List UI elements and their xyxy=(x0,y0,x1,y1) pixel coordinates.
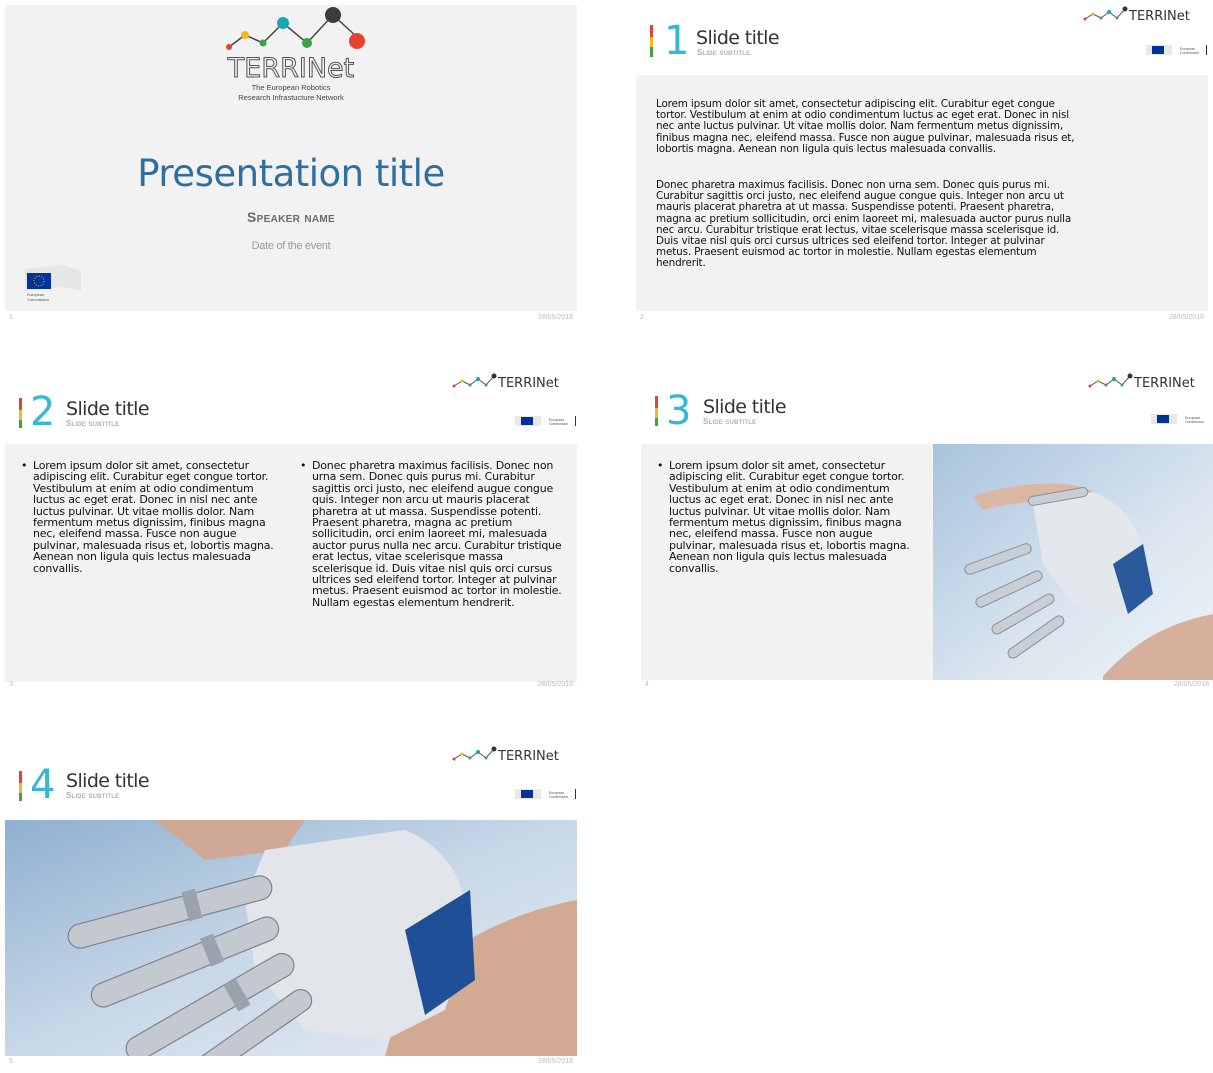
slide-section-number: 2 xyxy=(30,389,56,435)
slide-title: Slide title xyxy=(66,770,150,792)
slide-number: 1 xyxy=(9,314,13,321)
terrinet-logo-small: TERRINet xyxy=(452,373,559,391)
european-commission-logo-small: European Commission xyxy=(515,789,576,799)
slide-date: 28/05/2018 xyxy=(537,681,573,688)
slide-1-title[interactable]: TERRINet The European Robotics Research … xyxy=(5,5,577,333)
svg-text:Commission: Commission xyxy=(549,795,568,799)
terrinet-logo-small: TERRINet xyxy=(1083,6,1190,24)
svg-text:Commission: Commission xyxy=(1180,51,1199,55)
slide-5-full-image[interactable]: TERRINet 4 Slide title Slide subtitle Eu… xyxy=(5,745,577,1073)
accent-bar-yellow xyxy=(19,410,22,420)
svg-text:Commission: Commission xyxy=(27,297,49,302)
event-date: Date of the event xyxy=(251,240,331,252)
svg-text:TERRINet: TERRINet xyxy=(497,376,559,391)
slide-2-text[interactable]: TERRINet 1 Slide title Slide subtitle Eu… xyxy=(636,5,1208,333)
slide-section-number: 4 xyxy=(30,762,56,808)
accent-bar-red xyxy=(19,771,22,783)
accent-bar-yellow xyxy=(655,408,658,418)
slide-footer: 5 28/05/2018 xyxy=(9,1058,573,1072)
bullet-text: Lorem ipsum dolor sit amet, consectetur … xyxy=(33,459,274,575)
robotic-hand-photo-large xyxy=(5,820,577,1056)
slide-footer: 1 28/05/2018 xyxy=(9,314,573,328)
svg-text:Commission: Commission xyxy=(1185,420,1204,424)
accent-bar-red xyxy=(19,398,22,410)
svg-text:TERRINet: TERRINet xyxy=(227,53,354,84)
terrinet-logo-small: TERRINet xyxy=(452,746,559,764)
bullet-left-column: • Lorem ipsum dolor sit amet, consectetu… xyxy=(21,459,279,575)
european-commission-logo-small: European Commission xyxy=(1146,45,1207,55)
slide-section-number: 1 xyxy=(664,18,690,64)
slide-footer: 2 28/05/2018 xyxy=(640,314,1204,328)
presentation-title: Presentation title xyxy=(137,152,445,195)
accent-bar-green xyxy=(19,420,22,428)
accent-bar-green xyxy=(655,418,658,426)
body-paragraph-1: Lorem ipsum dolor sit amet, consectetur … xyxy=(656,98,1075,155)
slide-date: 28/05/2018 xyxy=(1173,681,1209,688)
body-paragraph-2: Donec pharetra maximus facilisis. Donec … xyxy=(656,179,1072,270)
slide-subtitle: Slide subtitle xyxy=(697,48,751,57)
slide-number: 5 xyxy=(9,1058,13,1065)
speaker-name: Speaker name xyxy=(247,209,335,225)
accent-bar-red xyxy=(655,396,658,408)
svg-text:Research Infrastucture Network: Research Infrastucture Network xyxy=(238,93,344,102)
svg-text:The European Robotics: The European Robotics xyxy=(252,83,331,92)
slide-subtitle: Slide subtitle xyxy=(66,791,120,800)
svg-text:TERRINet: TERRINet xyxy=(1133,376,1195,391)
bullet-text: Donec pharetra maximus facilisis. Donec … xyxy=(312,459,562,609)
slide-subtitle: Slide subtitle xyxy=(703,417,757,426)
slide-footer: 4 28/05/2018 xyxy=(645,681,1209,695)
svg-text:TERRINet: TERRINet xyxy=(497,749,559,764)
slide-number: 3 xyxy=(9,681,13,688)
accent-bar-red xyxy=(650,25,653,37)
accent-bar-green xyxy=(650,47,653,57)
slide-date: 28/05/2018 xyxy=(537,1058,573,1065)
slide-number: 2 xyxy=(640,314,644,321)
slide-section-number: 3 xyxy=(666,388,692,434)
bullet-text: Lorem ipsum dolor sit amet, consectetur … xyxy=(669,459,910,575)
slide-title: Slide title xyxy=(703,396,787,418)
european-commission-logo-small: European Commission xyxy=(515,416,576,426)
bullet-dot: • xyxy=(300,459,307,472)
accent-bar-yellow xyxy=(650,37,653,47)
terrinet-logo-small: TERRINet xyxy=(1088,373,1195,391)
european-commission-logo: European Commission xyxy=(25,265,81,302)
accent-bar-green xyxy=(19,793,22,801)
robotic-hand-photo xyxy=(933,444,1213,680)
terrinet-logo: TERRINet The European Robotics Research … xyxy=(226,7,365,102)
accent-bar-yellow xyxy=(19,783,22,793)
slide-footer: 3 28/05/2018 xyxy=(9,681,573,695)
svg-text:TERRINet: TERRINet xyxy=(1128,9,1190,24)
bullet-dot: • xyxy=(21,459,28,472)
slide-subtitle: Slide subtitle xyxy=(66,419,120,428)
european-commission-logo-small: European Commission xyxy=(1151,414,1204,424)
slide-4-text-and-image[interactable]: TERRINet 3 Slide title Slide subtitle Eu… xyxy=(641,372,1213,700)
slide-date: 28/05/2018 xyxy=(1168,314,1204,321)
slide-title: Slide title xyxy=(66,398,150,420)
slide-number: 4 xyxy=(645,681,649,688)
bullet-dot: • xyxy=(657,459,664,472)
bullet-right-column: • Donec pharetra maximus facilisis. Done… xyxy=(300,459,564,609)
slide-title: Slide title xyxy=(696,27,780,49)
bullet-item: • Lorem ipsum dolor sit amet, consectetu… xyxy=(657,459,917,575)
slide-date: 28/05/2018 xyxy=(537,314,573,321)
slide-3-two-columns[interactable]: TERRINet 2 Slide title Slide subtitle Eu… xyxy=(5,372,577,700)
svg-text:Commission: Commission xyxy=(549,422,568,426)
